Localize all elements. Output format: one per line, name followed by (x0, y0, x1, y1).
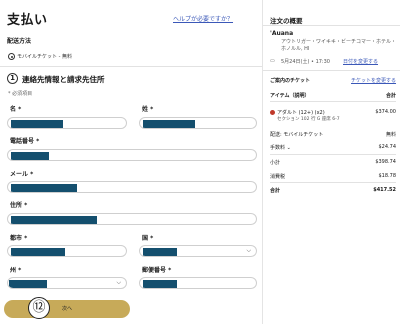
redacted-value (11, 184, 77, 192)
first-name-label: 名 * (10, 106, 22, 113)
tickets-label: ご案内のチケット (270, 78, 311, 84)
delivery-method-label: 配送方法 (7, 38, 32, 45)
delivery-label: 配送: モバイルチケット (270, 132, 324, 138)
state-select[interactable]: ⌵ (7, 277, 127, 289)
total-label: 合計 (270, 188, 281, 194)
calendar-icon: ▭ (270, 58, 275, 64)
ticket-price: $374.00 (375, 109, 396, 115)
tax-row: 消費税 $18.78 (270, 173, 396, 180)
redacted-value (11, 216, 97, 224)
redacted-value (11, 248, 65, 256)
total-value: $417.52 (373, 187, 396, 193)
change-tickets-link[interactable]: チケットを変更する (351, 77, 396, 84)
summary-title: 注文の概要 (270, 17, 303, 25)
country-select[interactable]: ⌵ (139, 245, 257, 257)
redacted-value (11, 152, 49, 160)
summary-divider (270, 101, 396, 102)
items-header-row: アイテム（説明） 合計 (270, 92, 396, 99)
redacted-value (143, 280, 177, 288)
phone-input[interactable] (7, 149, 257, 161)
redacted-value (143, 248, 177, 256)
step-number: 1 (7, 73, 18, 84)
last-name-input[interactable] (139, 117, 257, 129)
chevron-down-icon: ⌵ (246, 247, 251, 254)
postal-code-label: 郵便番号 * (142, 267, 172, 274)
order-summary-panel: 注文の概要 'Auana アウトリガー・ワイキキ・ビーチコマー・ホテル・ホノルル… (262, 0, 400, 324)
checkout-form-panel: 支払い ヘルプが必要ですか？ 配送方法 モバイルチケット - 無料 1 連絡先情… (0, 0, 262, 324)
summary-divider (270, 182, 396, 183)
summary-divider (263, 25, 400, 26)
redacted-value (9, 280, 47, 288)
subtotal-row: 小計 $398.74 (270, 159, 396, 166)
contact-section-title: 連絡先情報と請求先住所 (22, 75, 105, 84)
postal-code-input[interactable] (139, 277, 257, 289)
country-label: 国 * (142, 235, 154, 242)
page-title: 支払い (7, 13, 48, 28)
ticket-line-row: アダルト (12+) (x2) $374.00 (270, 109, 396, 116)
change-date-link[interactable]: 日付を変更する (343, 58, 378, 65)
subtotal-value: $398.74 (375, 159, 396, 165)
delivery-option-radio[interactable] (8, 53, 15, 60)
ticket-category-dot-icon (270, 110, 275, 115)
required-note: * 必須項目 (8, 91, 33, 97)
delivery-value: 無料 (385, 132, 396, 138)
fees-value: $24.74 (378, 144, 397, 150)
last-name-label: 姓 * (142, 106, 154, 113)
address-label: 住所 * (10, 202, 28, 209)
summary-divider (263, 70, 400, 71)
phone-label: 電話番号 * (10, 138, 40, 145)
section-divider (0, 66, 262, 67)
venue-name: 'Auana (270, 30, 294, 37)
delivery-row: 配送: モバイルチケット 無料 (270, 131, 396, 138)
state-label: 州 * (10, 267, 22, 274)
venue-address: アウトリガー・ワイキキ・ビーチコマー・ホテル・ホノルル, HI (281, 39, 397, 52)
tax-label: 消費税 (270, 174, 286, 180)
help-link[interactable]: ヘルプが必要ですか？ (173, 14, 233, 23)
address-input[interactable] (7, 213, 257, 225)
redacted-value (143, 120, 195, 128)
event-date-time: 5月24日(土) • 17:30 (281, 59, 330, 65)
city-input[interactable] (7, 245, 127, 257)
email-label: メール * (10, 171, 34, 178)
chevron-down-icon: ⌵ (116, 279, 121, 286)
ticket-line-item: アダルト (12+) (x2) (270, 109, 325, 116)
fees-toggle[interactable]: 手数料 ⌄ (270, 144, 291, 151)
summary-divider (270, 154, 396, 155)
chevron-down-icon: ⌄ (286, 145, 291, 151)
city-label: 都市 * (10, 235, 28, 242)
subtotal-label: 小計 (270, 160, 281, 166)
total-row: 合計 $417.52 (270, 187, 396, 194)
next-button[interactable]: 次へ (4, 300, 130, 318)
tax-value: $18.78 (378, 173, 397, 179)
ticket-detail: セクション 102 行 G 座席 6-7 (277, 117, 340, 122)
items-header: アイテム（説明） (270, 93, 310, 99)
email-input[interactable] (7, 181, 257, 193)
first-name-input[interactable] (7, 117, 127, 129)
step-badge: ⑫ (28, 297, 50, 319)
redacted-value (11, 120, 63, 128)
total-header: 合計 (385, 93, 396, 99)
fees-row[interactable]: 手数料 ⌄ $24.74 (270, 144, 396, 151)
delivery-option-label: モバイルチケット - 無料 (17, 54, 72, 60)
